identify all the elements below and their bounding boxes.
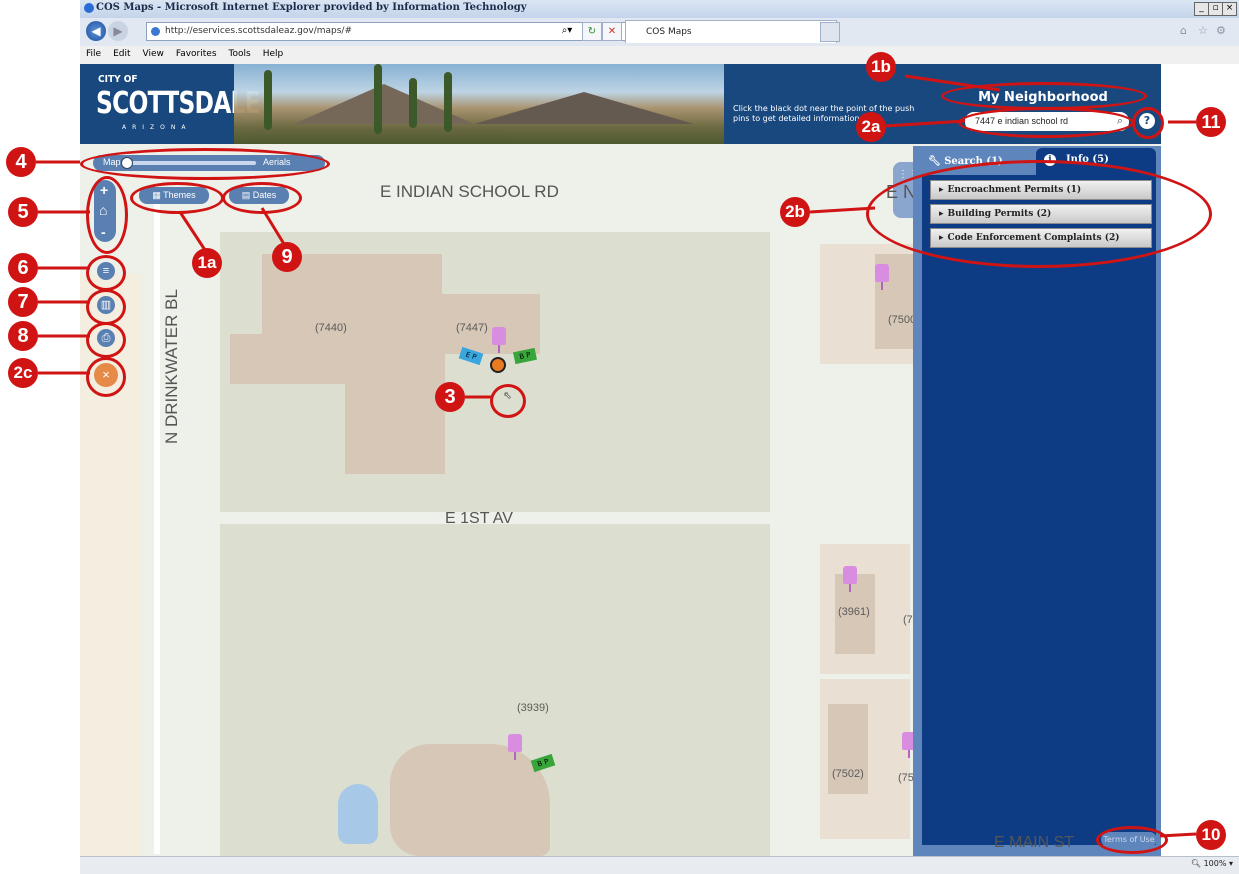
annotation-ring bbox=[222, 182, 302, 214]
annotation-badge-3: 3 bbox=[435, 382, 465, 412]
annotation-ring bbox=[86, 357, 126, 397]
annotation-ring bbox=[86, 289, 126, 325]
annotation-ring bbox=[958, 107, 1134, 138]
annotation-ring bbox=[86, 322, 126, 358]
annotation-badge-2c: 2c bbox=[8, 358, 38, 388]
annotation-ring bbox=[1096, 826, 1168, 854]
annotation-badge-6: 6 bbox=[8, 253, 38, 283]
annotation-badge-4: 4 bbox=[6, 147, 36, 177]
annotation-badge-2b: 2b bbox=[780, 197, 810, 227]
annotation-ring bbox=[1132, 107, 1164, 139]
annotation-ring bbox=[941, 82, 1147, 110]
annotation-badge-9: 9 bbox=[272, 242, 302, 272]
annotation-ring bbox=[80, 148, 330, 180]
annotation-ring bbox=[866, 160, 1212, 268]
annotation-badge-1b: 1b bbox=[866, 52, 896, 82]
annotation-ring bbox=[490, 384, 526, 418]
annotation-badge-1a: 1a bbox=[192, 248, 222, 278]
street-label-main-st: E MAIN ST bbox=[994, 834, 1075, 851]
annotation-badge-11: 11 bbox=[1196, 107, 1226, 137]
annotation-badge-5: 5 bbox=[8, 197, 38, 227]
annotation-ring bbox=[130, 182, 224, 214]
annotation-badge-8: 8 bbox=[8, 321, 38, 351]
annotation-badge-10: 10 bbox=[1196, 820, 1226, 850]
annotation-badge-7: 7 bbox=[8, 287, 38, 317]
annotation-ring bbox=[86, 176, 128, 254]
annotation-ring bbox=[86, 255, 126, 291]
annotation-badge-2a: 2a bbox=[856, 112, 886, 142]
